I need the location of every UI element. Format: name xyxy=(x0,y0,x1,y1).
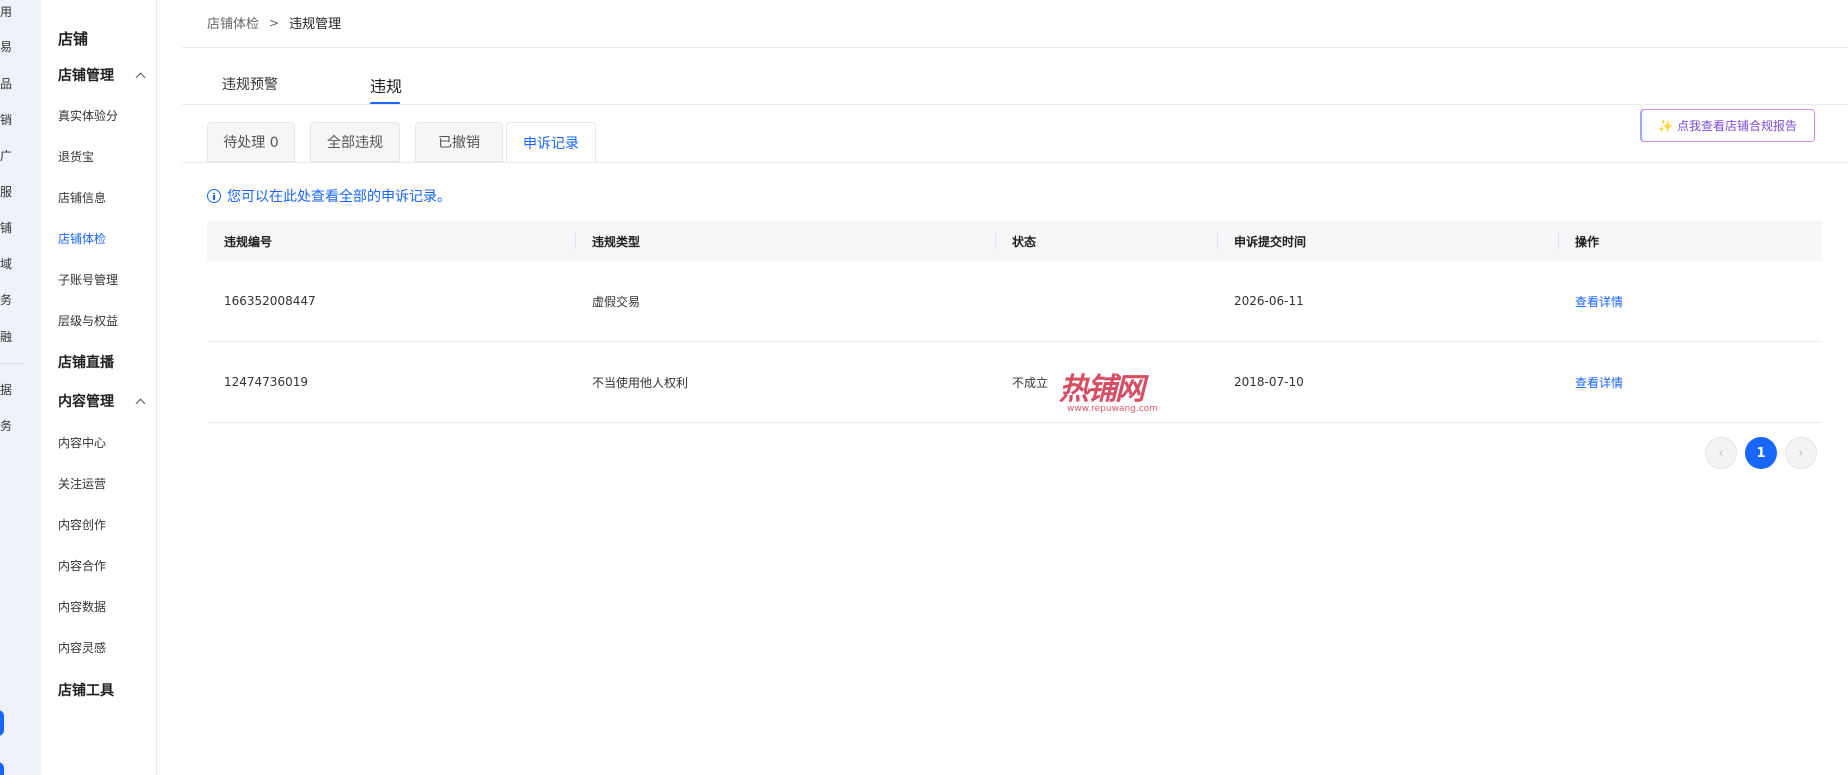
tab-revoked[interactable]: 已撤销 xyxy=(415,122,503,162)
breadcrumb-link[interactable]: 店铺体检 xyxy=(207,13,259,32)
sidebar-group-label: 店铺管理 xyxy=(58,68,114,84)
view-details-link[interactable]: 查看详情 xyxy=(1558,374,1822,391)
tab-violation[interactable]: 违规 xyxy=(370,73,402,97)
info-icon xyxy=(207,189,221,203)
sparkle-icon: ✨ xyxy=(1658,118,1673,133)
tab-pending[interactable]: 待处理 0 xyxy=(207,122,295,162)
sidebar-group-label: 内容管理 xyxy=(58,394,114,410)
sidebar-item[interactable]: 内容灵感 xyxy=(58,639,106,656)
tabs-divider xyxy=(182,104,1848,105)
violation-id: 12474736019 xyxy=(224,375,308,389)
table-row: 166352008447 虚假交易 2026-06-11 查看详情 xyxy=(207,261,1822,342)
sidebar-item[interactable]: 退货宝 xyxy=(58,148,94,165)
sidebar-group-live[interactable]: 店铺直播 xyxy=(58,352,144,372)
rail-item[interactable]: 据 xyxy=(0,383,12,397)
rail-item[interactable]: 务 xyxy=(0,293,12,307)
sidebar-item[interactable]: 店铺信息 xyxy=(58,189,106,206)
sidebar-item[interactable]: 子账号管理 xyxy=(58,271,118,288)
sidebar-group-label: 店铺直播 xyxy=(58,355,114,371)
sidebar-group-content[interactable]: 内容管理 xyxy=(58,391,146,411)
rail-item[interactable]: 易 xyxy=(0,40,12,54)
watermark-text: 热铺网 xyxy=(1059,372,1145,407)
chevron-right-icon: > xyxy=(269,15,280,30)
rail-item[interactable]: 用 xyxy=(0,5,12,19)
column-header: 操作 xyxy=(1558,221,1822,261)
main-content: 店铺体检 > 违规管理 违规预警 违规 待处理 0 全部违规 已撤销 申诉记录 … xyxy=(182,0,1848,775)
chevron-left-icon: ‹ xyxy=(1718,445,1724,461)
appeal-time: 2026-06-11 xyxy=(1234,294,1304,308)
sidebar-group-tools[interactable]: 店铺工具 xyxy=(58,680,144,700)
compliance-report-label: 点我查看店铺合规报告 xyxy=(1676,119,1797,133)
rail-item[interactable]: 务 xyxy=(0,419,12,433)
sidebar-item[interactable]: 内容创作 xyxy=(58,516,106,533)
chevron-right-icon: › xyxy=(1798,445,1804,461)
chevron-up-icon xyxy=(135,398,146,408)
table-row: 12474736019 不当使用他人权利 不成立 2018-07-10 查看详情 xyxy=(207,342,1822,423)
rail-divider xyxy=(0,363,25,364)
sidebar-item[interactable]: 内容数据 xyxy=(58,598,106,615)
rail-item[interactable]: 销 xyxy=(0,113,12,127)
sidebar-item[interactable]: 内容合作 xyxy=(58,557,106,574)
page-number-button[interactable]: 1 xyxy=(1745,437,1777,469)
column-header: 申诉提交时间 xyxy=(1217,221,1558,261)
prev-page-button[interactable]: ‹ xyxy=(1705,437,1737,469)
breadcrumb-current: 违规管理 xyxy=(289,17,342,32)
rail-item[interactable]: 品 xyxy=(0,77,12,91)
breadcrumb: 店铺体检 > 违规管理 xyxy=(207,13,342,33)
sidebar: 店铺 店铺管理 真实体验分 退货宝 店铺信息 店铺体检 子账号管理 层级与权益 … xyxy=(41,0,157,775)
pagination: ‹ 1 › xyxy=(1705,437,1817,469)
next-page-button[interactable]: › xyxy=(1785,437,1817,469)
float-tool-icon[interactable] xyxy=(0,762,4,775)
sidebar-item[interactable]: 内容中心 xyxy=(58,434,106,451)
watermark-url: www.repuwang.com xyxy=(1067,404,1158,414)
tab-violation-warning[interactable]: 违规预警 xyxy=(222,74,278,94)
tab-all-violations[interactable]: 全部违规 xyxy=(310,122,400,162)
watermark-logo: 热铺网 www.repuwang.com xyxy=(1059,364,1169,419)
appeal-time: 2018-07-10 xyxy=(1234,375,1304,389)
tab-appeal-records[interactable]: 申诉记录 xyxy=(506,122,596,163)
rail-item[interactable]: 铺 xyxy=(0,221,12,235)
rail-item[interactable]: 域 xyxy=(0,257,12,271)
rail-item[interactable]: 融 xyxy=(0,330,12,344)
view-details-link[interactable]: 查看详情 xyxy=(1558,293,1822,310)
compliance-report-button[interactable]: ✨ 点我查看店铺合规报告 xyxy=(1640,109,1815,142)
info-notice: 您可以在此处查看全部的申诉记录。 xyxy=(207,186,451,206)
column-header: 状态 xyxy=(995,221,1217,261)
header-divider xyxy=(182,47,1848,48)
sidebar-item[interactable]: 真实体验分 xyxy=(58,107,118,124)
sidebar-group-shop-manage[interactable]: 店铺管理 xyxy=(58,65,146,85)
rail-item[interactable]: 广 xyxy=(0,149,12,163)
sidebar-item[interactable]: 层级与权益 xyxy=(58,312,118,329)
chevron-up-icon xyxy=(135,72,146,82)
appeal-records-table: 违规编号 违规类型 状态 申诉提交时间 操作 166352008447 虚假交易… xyxy=(207,221,1822,423)
column-header: 违规编号 xyxy=(224,234,273,249)
float-tool-icon[interactable] xyxy=(0,710,4,736)
violation-id: 166352008447 xyxy=(224,294,316,308)
rail-item[interactable]: 服 xyxy=(0,185,12,199)
primary-nav-rail: 用 易 品 销 广 服 铺 域 务 融 据 务 xyxy=(0,0,41,775)
seg-tabs-divider xyxy=(182,162,1848,163)
table-header: 违规编号 违规类型 状态 申诉提交时间 操作 xyxy=(207,221,1822,261)
sidebar-group-label: 店铺工具 xyxy=(58,683,114,699)
column-header: 违规类型 xyxy=(575,221,995,261)
info-text: 您可以在此处查看全部的申诉记录。 xyxy=(227,189,451,205)
sidebar-item-shop-checkup[interactable]: 店铺体检 xyxy=(58,230,106,247)
sidebar-title: 店铺 xyxy=(58,30,89,48)
violation-type: 不当使用他人权利 xyxy=(592,375,689,390)
violation-type: 虚假交易 xyxy=(592,294,641,309)
sidebar-item[interactable]: 关注运营 xyxy=(58,475,106,492)
